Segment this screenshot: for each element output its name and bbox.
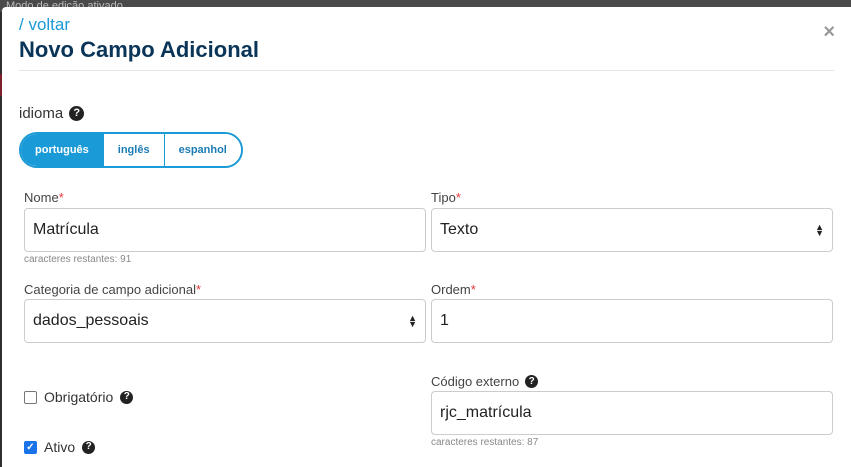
- ativo-checkbox-row: ✓ Ativo ?: [24, 439, 96, 455]
- tipo-label: Tipo*: [431, 190, 461, 205]
- nome-value: Matrícula: [33, 221, 99, 238]
- required-mark: *: [196, 282, 202, 297]
- nome-remaining-chars: caracteres restantes: 91: [24, 254, 132, 265]
- obrigatorio-checkbox-row: Obrigatório ?: [24, 389, 134, 405]
- required-mark: *: [58, 190, 64, 205]
- question-circle-icon[interactable]: ?: [82, 440, 96, 454]
- categoria-value: dados_pessoais: [33, 312, 149, 329]
- language-option-ingles[interactable]: inglês: [102, 134, 164, 166]
- ordem-value: 1: [440, 312, 449, 329]
- language-option-portugues[interactable]: português: [21, 134, 103, 166]
- required-mark: *: [455, 190, 461, 205]
- ordem-label-text: Ordem: [431, 282, 471, 297]
- header-divider: [19, 70, 834, 71]
- tipo-label-text: Tipo: [431, 190, 456, 205]
- tipo-value: Texto: [440, 221, 479, 238]
- obrigatorio-label: Obrigatório: [44, 389, 114, 405]
- codigo-externo-value: rjc_matrícula: [440, 404, 532, 421]
- ordem-input[interactable]: 1: [431, 299, 833, 343]
- language-option-espanhol[interactable]: espanhol: [163, 134, 241, 166]
- tipo-select[interactable]: Texto ▲ ▼: [431, 208, 833, 252]
- question-circle-icon[interactable]: ?: [525, 375, 539, 388]
- sort-caret-icon: ▲ ▼: [408, 313, 417, 329]
- ordem-label: Ordem*: [431, 282, 476, 297]
- codigo-externo-label: Código externo ?: [431, 374, 539, 389]
- language-label-text: idioma: [19, 105, 64, 122]
- modal-title: Novo Campo Adicional: [19, 37, 259, 62]
- close-icon[interactable]: ×: [823, 22, 835, 42]
- nome-label: Nome*: [24, 190, 64, 205]
- language-selector: português inglês espanhol: [19, 132, 243, 168]
- categoria-select[interactable]: dados_pessoais ▲ ▼: [24, 299, 426, 343]
- ativo-label: Ativo: [44, 439, 76, 455]
- codigo-externo-label-text: Código externo: [431, 374, 520, 389]
- question-circle-icon[interactable]: ?: [69, 106, 85, 121]
- codigo-externo-remaining-chars: caracteres restantes: 87: [431, 437, 539, 448]
- nome-input[interactable]: Matrícula: [24, 208, 426, 252]
- sort-caret-icon: ▲ ▼: [815, 222, 824, 238]
- modal-dialog: × / voltar Novo Campo Adicional idioma ?…: [2, 7, 851, 467]
- obrigatorio-checkbox[interactable]: [24, 390, 37, 404]
- nome-label-text: Nome: [24, 190, 59, 205]
- required-mark: *: [470, 282, 476, 297]
- back-link[interactable]: / voltar: [19, 15, 70, 35]
- categoria-label-text: Categoria de campo adicional: [24, 282, 196, 297]
- ativo-checkbox[interactable]: ✓: [24, 440, 37, 454]
- categoria-label: Categoria de campo adicional*: [24, 282, 201, 297]
- codigo-externo-input[interactable]: rjc_matrícula: [431, 391, 833, 435]
- language-label: idioma ?: [19, 105, 85, 122]
- question-circle-icon[interactable]: ?: [120, 390, 134, 404]
